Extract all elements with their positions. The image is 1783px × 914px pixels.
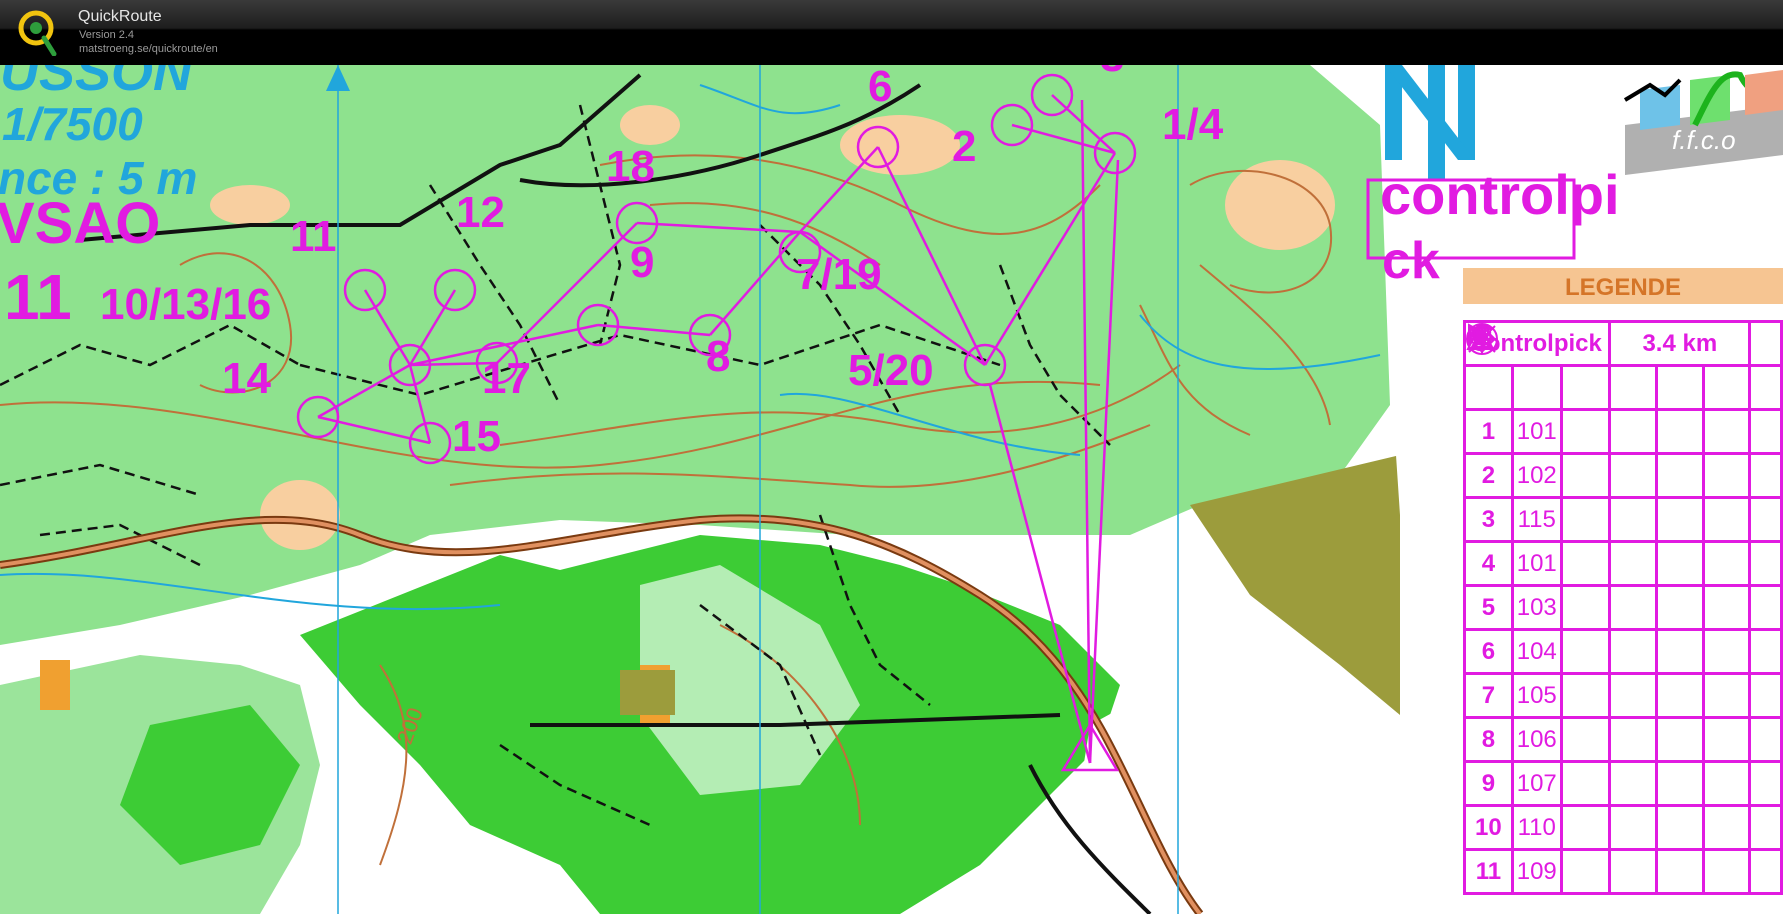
control-label: 12 — [456, 188, 505, 237]
circle-icon — [1471, 323, 1783, 499]
orienteering-map[interactable]: USSON 1/7500 nce : 5 m VSAO 11 18 12 11 … — [0, 65, 1783, 914]
control-label: 7/19 — [796, 250, 882, 299]
app-title: QuickRoute — [78, 8, 162, 25]
comb-icon — [1467, 326, 1658, 587]
control-number: 3 — [1463, 496, 1514, 543]
control-number: 2 — [1463, 452, 1514, 499]
cup-icon — [1470, 329, 1658, 675]
start-triangle-icon — [1463, 322, 1514, 411]
control-code: 101 — [1510, 540, 1563, 587]
star-icon — [1466, 323, 1658, 851]
control-label: 2 — [952, 122, 977, 171]
legend-control-row: 6 104 — [1463, 329, 1783, 675]
legend-control-row: 4 101 — [1463, 326, 1783, 587]
legend-control-row: 2 102 — [1463, 322, 1783, 499]
control-code: 103 — [1510, 584, 1563, 631]
control-label: 9 — [630, 238, 655, 287]
event-title-fragment: USSON — [0, 65, 193, 102]
map-scale: 1/7500 — [2, 98, 143, 150]
control-label: 14 — [222, 354, 271, 403]
control-label: 10/13/16 — [100, 280, 272, 329]
app-url[interactable]: matstroeng.se/quickroute/en — [79, 43, 218, 55]
control-code: 104 — [1510, 628, 1563, 675]
comb-icon — [1467, 326, 1658, 455]
legend-distance: 3.4 km — [1608, 320, 1752, 367]
legend-control-row: 7 105 — [1463, 329, 1783, 719]
triangle-x-icon — [1465, 322, 1658, 499]
legend-control-row: 1 101 — [1463, 326, 1783, 455]
title-bar: QuickRoute Version 2.4 matstroeng.se/qui… — [0, 0, 1783, 65]
control-code: 101 — [1510, 408, 1563, 455]
legend-title: LEGENDE — [1463, 268, 1783, 304]
event-year: 11 — [4, 261, 72, 333]
legend-control-row: 8 106 — [1463, 324, 1783, 763]
control-number: 6 — [1463, 628, 1514, 675]
legend-control-row: 10 110 — [1463, 323, 1783, 851]
dotted-circle-icon — [1467, 324, 1658, 543]
ffco-logo-text: f.f.c.o — [1672, 125, 1736, 155]
legend-control-row: 9 107 — [1463, 322, 1783, 807]
control-code: 107 — [1510, 760, 1563, 807]
dot-circle-icon — [1467, 324, 1783, 851]
control-label: 8 — [706, 332, 731, 381]
control-code: 106 — [1510, 716, 1563, 763]
control-number: 1 — [1463, 408, 1514, 455]
course-name-boxed: controlpi — [1380, 163, 1620, 226]
control-code: 102 — [1510, 452, 1563, 499]
control-description-sheet: controlpick 3.4 km 1 101 2 102 3 115 4 101 5 103 6… — [1462, 320, 1783, 895]
quickroute-logo-icon — [18, 10, 57, 56]
control-label: 5/20 — [848, 346, 934, 395]
control-code: 105 — [1510, 672, 1563, 719]
control-label: 18 — [606, 142, 655, 191]
circle-icon — [1471, 323, 1783, 543]
triangle-circle-icon — [1465, 322, 1658, 807]
control-label: 11 — [290, 212, 337, 261]
legend-control-row: 5 103 — [1463, 324, 1783, 631]
dotted-circle-icon — [1467, 324, 1658, 895]
control-number: 4 — [1463, 540, 1514, 587]
control-number: 9 — [1463, 760, 1514, 807]
dotted-v-icon — [1471, 324, 1658, 763]
club-name: VSAO — [0, 191, 161, 256]
control-label: 3 — [1100, 65, 1124, 79]
legend-control-row: 11 109 — [1463, 324, 1783, 895]
control-number: 11 — [1463, 848, 1514, 895]
control-number: 10 — [1463, 804, 1514, 851]
control-number: 7 — [1463, 672, 1514, 719]
legend-header-row: controlpick 3.4 km — [1462, 320, 1783, 367]
corner-icon — [1470, 326, 1783, 631]
check-icon — [1467, 326, 1783, 763]
control-label: 1/4 — [1162, 100, 1224, 149]
control-code: 110 — [1510, 804, 1563, 851]
legend-start-row — [1463, 322, 1783, 411]
app-version: Version 2.4 — [79, 29, 135, 41]
control-number: 8 — [1463, 716, 1514, 763]
control-code: 109 — [1510, 848, 1563, 895]
dot-icon — [1472, 329, 1658, 719]
control-code: 115 — [1510, 496, 1563, 543]
course-name-rest: ck — [1382, 232, 1440, 290]
dotted-circle-icon — [1467, 324, 1658, 631]
control-label: 6 — [868, 65, 893, 111]
control-label: 17 — [482, 354, 531, 403]
legend-control-row: 3 115 — [1463, 323, 1783, 543]
control-label: 15 — [452, 412, 501, 461]
control-number: 5 — [1463, 584, 1514, 631]
